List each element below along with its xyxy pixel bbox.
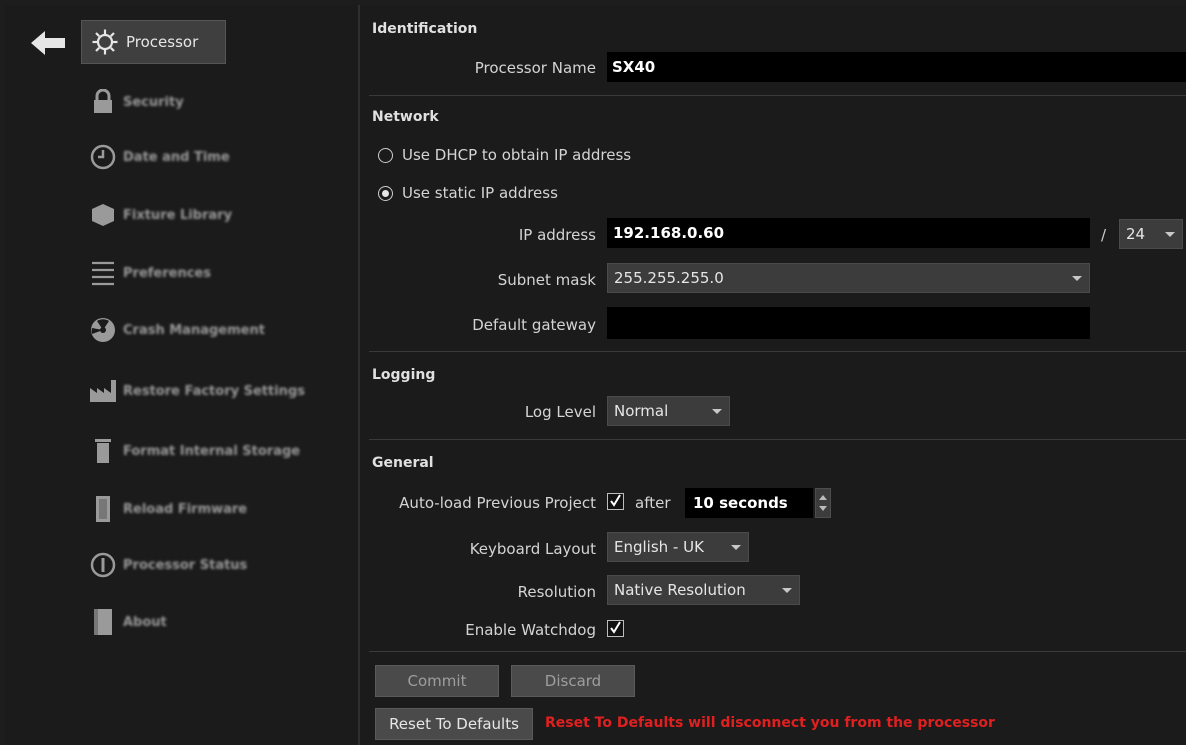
chevron-down-icon xyxy=(1072,276,1082,281)
delay-spinner[interactable] xyxy=(815,488,831,518)
resolution-value: Native Resolution xyxy=(614,581,746,599)
sidebar-item-label: Date and Time xyxy=(123,149,230,165)
sidebar-item-label: Crash Management xyxy=(123,322,265,338)
ip-address-field[interactable]: 192.168.0.60 xyxy=(607,218,1090,248)
resolution-dropdown[interactable]: Native Resolution xyxy=(607,575,800,605)
sidebar-item-fixture-library[interactable]: Fixture Library xyxy=(83,197,353,233)
processor-name-field[interactable]: SX40 xyxy=(607,52,1186,82)
sidebar-item-label: Reload Firmware xyxy=(123,501,248,517)
chevron-down-icon xyxy=(731,545,741,550)
commit-button[interactable]: Commit xyxy=(375,665,499,697)
list-icon xyxy=(83,257,123,289)
divider xyxy=(369,95,1186,96)
sidebar-item-reload-firmware[interactable]: Reload Firmware xyxy=(83,491,353,527)
sidebar-item-label: Fixture Library xyxy=(123,207,233,223)
lock-icon xyxy=(83,86,123,118)
sidebar-item-preferences[interactable]: Preferences xyxy=(83,255,353,291)
info-icon xyxy=(83,549,123,581)
default-gateway-field[interactable] xyxy=(607,307,1090,339)
cube-icon xyxy=(83,199,123,231)
chevron-down-icon xyxy=(712,409,722,414)
autoload-checkbox[interactable] xyxy=(607,493,624,510)
sidebar-item-label: Format Internal Storage xyxy=(123,443,301,459)
sidebar-item-label: About xyxy=(123,614,167,630)
reset-warning-text: Reset To Defaults will disconnect you fr… xyxy=(545,715,995,731)
keyboard-layout-dropdown[interactable]: English - UK xyxy=(607,532,749,562)
radio-button[interactable] xyxy=(378,147,393,163)
static-ip-radio[interactable]: Use static IP address xyxy=(378,184,558,202)
resolution-label: Resolution xyxy=(517,583,596,601)
keyboard-layout-label: Keyboard Layout xyxy=(469,540,596,558)
sidebar-item-label: Restore Factory Settings xyxy=(123,383,305,399)
sidebar-item-label: Preferences xyxy=(123,265,211,281)
back-button[interactable] xyxy=(25,27,71,63)
checkmark-icon xyxy=(609,492,622,511)
dhcp-radio-label: Use DHCP to obtain IP address xyxy=(402,146,632,164)
sidebar-item-date-and-time[interactable]: Date and Time xyxy=(83,139,353,175)
sidebar: Processor Security Date and Time Fixture… xyxy=(5,5,357,745)
sidebar-item-label: Processor xyxy=(126,33,199,51)
sidebar-divider xyxy=(358,5,360,745)
ip-address-label: IP address xyxy=(518,226,596,244)
divider xyxy=(369,439,1186,440)
after-label: after xyxy=(635,494,671,512)
gear-icon xyxy=(88,25,122,59)
sidebar-item-label: Processor Status xyxy=(123,557,248,573)
sidebar-item-restore-factory-settings[interactable]: Restore Factory Settings xyxy=(83,373,353,409)
divider xyxy=(369,651,1186,652)
chevron-down-icon xyxy=(1165,232,1175,237)
chip-icon xyxy=(83,493,123,525)
sidebar-item-crash-management[interactable]: Crash Management xyxy=(83,312,353,348)
section-title-identification: Identification xyxy=(372,21,478,37)
sidebar-item-processor-status[interactable]: Processor Status xyxy=(83,547,353,583)
subnet-mask-label: Subnet mask xyxy=(497,271,596,289)
window: Processor Security Date and Time Fixture… xyxy=(5,5,1186,745)
sidebar-item-label: Security xyxy=(123,94,184,110)
sidebar-item-security[interactable]: Security xyxy=(83,84,353,120)
section-title-general: General xyxy=(372,455,434,471)
default-gateway-label: Default gateway xyxy=(472,316,596,334)
section-title-network: Network xyxy=(372,109,439,125)
sidebar-item-about[interactable]: About xyxy=(83,604,353,640)
static-ip-radio-label: Use static IP address xyxy=(402,184,558,202)
sidebar-item-format-internal-storage[interactable]: Format Internal Storage xyxy=(83,433,353,469)
reset-to-defaults-button[interactable]: Reset To Defaults xyxy=(375,708,533,740)
settings-panel: Identification Processor Name SX40 Netwo… xyxy=(361,5,1186,745)
book-icon xyxy=(83,606,123,638)
radio-button-selected[interactable] xyxy=(378,185,393,201)
autoload-delay-field[interactable]: 10 seconds xyxy=(685,488,813,518)
prefix-separator: / xyxy=(1101,226,1107,244)
processor-name-label: Processor Name xyxy=(474,59,596,77)
divider xyxy=(369,351,1186,352)
prefix-length-dropdown[interactable]: 24 xyxy=(1119,219,1183,249)
back-arrow-icon xyxy=(29,29,67,61)
section-title-logging: Logging xyxy=(372,367,436,383)
log-level-label: Log Level xyxy=(524,403,596,421)
chevron-down-icon xyxy=(782,588,792,593)
subnet-mask-dropdown[interactable]: 255.255.255.0 xyxy=(607,263,1090,293)
radiation-icon xyxy=(83,314,123,346)
prefix-length-value: 24 xyxy=(1126,225,1146,243)
clock-icon xyxy=(83,141,123,173)
increment-arrow-icon[interactable] xyxy=(819,495,827,500)
checkmark-icon xyxy=(609,619,622,638)
watchdog-label: Enable Watchdog xyxy=(465,621,596,639)
watchdog-checkbox[interactable] xyxy=(607,620,624,637)
log-level-dropdown[interactable]: Normal xyxy=(607,396,730,426)
dhcp-radio[interactable]: Use DHCP to obtain IP address xyxy=(378,146,631,164)
factory-icon xyxy=(83,375,123,407)
log-level-value: Normal xyxy=(614,402,669,420)
autoload-label: Auto-load Previous Project xyxy=(399,494,596,512)
decrement-arrow-icon[interactable] xyxy=(819,506,827,511)
subnet-mask-value: 255.255.255.0 xyxy=(614,269,724,287)
keyboard-layout-value: English - UK xyxy=(614,538,704,556)
trash-icon xyxy=(83,435,123,467)
sidebar-item-processor[interactable]: Processor xyxy=(81,20,226,64)
discard-button[interactable]: Discard xyxy=(511,665,635,697)
